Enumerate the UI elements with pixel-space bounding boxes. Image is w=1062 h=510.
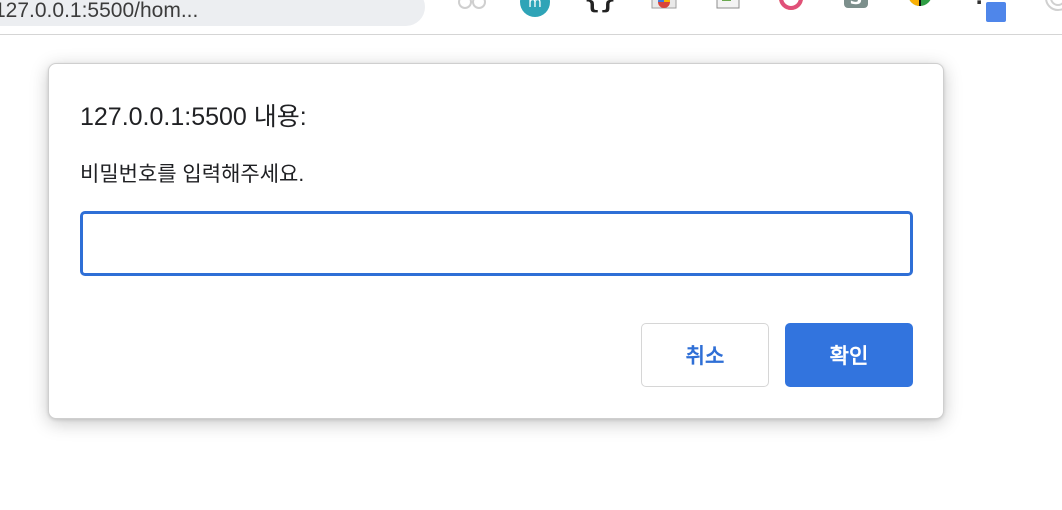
svg-text:?: ? xyxy=(974,0,986,9)
page-content: 127.0.0.1:5500 내용: 비밀번호를 입력해주세요. 취소 확인 xyxy=(0,35,1062,510)
cancel-button[interactable]: 취소 xyxy=(641,323,769,387)
photo-extension-icon[interactable] xyxy=(650,0,677,16)
color-picker-extension-icon[interactable] xyxy=(906,0,932,16)
s-extension-icon[interactable]: S xyxy=(842,0,868,16)
m-extension-icon[interactable]: m xyxy=(520,0,550,17)
prompt-dialog: 127.0.0.1:5500 내용: 비밀번호를 입력해주세요. 취소 확인 xyxy=(48,63,944,419)
search-icon[interactable] xyxy=(250,0,278,6)
browser-toolbar: 127.0.0.1:5500/hom... m {} S ? xyxy=(0,0,1062,35)
bookmark-star-icon[interactable] xyxy=(378,0,406,6)
svg-text:m: m xyxy=(528,0,542,11)
target-extension-icon[interactable] xyxy=(1036,0,1062,16)
dialog-title: 127.0.0.1:5500 내용: xyxy=(80,103,307,131)
share-icon[interactable] xyxy=(314,0,342,6)
question-extension-icon[interactable]: ? xyxy=(968,0,1006,22)
glasses-extension-icon[interactable] xyxy=(457,0,486,16)
address-bar[interactable]: 127.0.0.1:5500/hom... xyxy=(0,0,425,26)
prompt-input[interactable] xyxy=(80,211,913,276)
address-bar-url[interactable]: 127.0.0.1:5500/hom... xyxy=(0,0,198,21)
document-extension-icon[interactable] xyxy=(714,0,740,16)
svg-text:{}: {} xyxy=(585,0,615,15)
svg-text:S: S xyxy=(850,0,863,9)
ring-extension-icon[interactable] xyxy=(777,0,803,16)
dialog-message: 비밀번호를 입력해주세요. xyxy=(80,163,305,186)
json-braces-extension-icon[interactable]: {} xyxy=(584,0,615,16)
ok-button[interactable]: 확인 xyxy=(785,323,913,387)
